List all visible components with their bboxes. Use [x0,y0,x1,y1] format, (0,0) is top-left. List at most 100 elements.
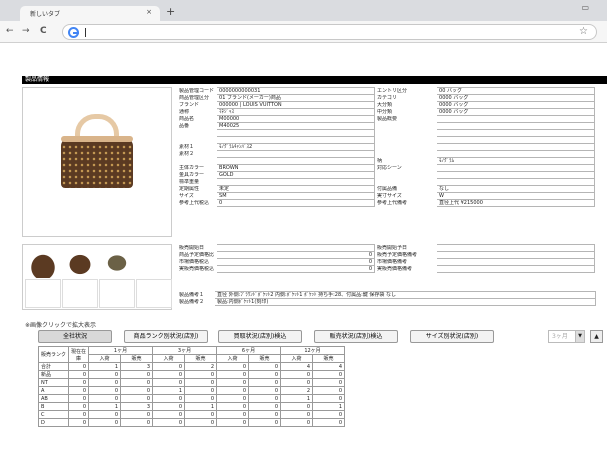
rank-cell: C [38,410,69,419]
sales-value[interactable] [436,265,596,273]
count-cell: 0 [312,418,345,427]
tab-close-icon[interactable]: × [146,8,152,16]
sub-header: 販売 [248,354,281,363]
field-value[interactable]: GOLD [216,171,376,179]
field-value[interactable] [436,122,596,130]
field-value[interactable]: 0000 バッグ [436,94,596,102]
sales-value[interactable]: 0 [216,265,376,273]
field-value[interactable] [216,157,376,165]
field-value[interactable] [436,115,596,123]
field-label [375,179,437,186]
field-value[interactable]: ﾓﾉｸﾞﾗﾑ [436,157,596,165]
company-status-button[interactable]: 全社状況 [38,330,112,343]
product-main-image[interactable] [22,87,172,237]
field-label: エントリ区分 [377,88,408,94]
field-value[interactable]: 0000 バッグ [436,101,596,109]
field-value[interactable] [216,178,376,186]
text-caret [85,28,86,37]
field-value[interactable]: M40025 [216,122,376,130]
field-value[interactable]: W [436,192,596,200]
bag-pattern-graphic [61,144,133,188]
new-tab-button[interactable]: + [166,6,175,17]
field-value[interactable] [216,136,376,144]
field-value[interactable]: 01 ブランド(メーカー)商品 [216,94,376,102]
count-cell: 0 [88,378,121,387]
field-label: 実寸サイズ [377,193,402,199]
reload-icon[interactable]: C [40,26,47,36]
sales-value[interactable] [436,258,596,266]
sales-value[interactable] [216,244,376,252]
field-value[interactable]: ﾏﾈｼﾞｬｽ [216,108,376,116]
field-value[interactable]: ﾓﾉｸﾞﾗﾑｷｬﾝﾊﾞｽ2 [216,143,376,151]
scroll-up-button[interactable]: ▲ [590,330,603,343]
field-row: 参考上代税込 0 参考上代備考 直径上代 ¥215000 [176,199,596,207]
google-icon [68,27,79,38]
browser-tab[interactable]: 新しいタブ × [20,6,160,21]
count-cell: 0 [216,402,249,411]
count-cell: 4 [312,362,345,371]
sales-row: 市場価格税込 0 市場価格備考 [176,258,596,266]
field-value[interactable]: 未定 [216,185,376,193]
field-value[interactable] [436,171,596,179]
back-icon[interactable]: ← [6,26,14,36]
count-cell: 2 [280,386,313,395]
field-value[interactable]: 000000 | LOUIS VUITTON [216,101,376,109]
window-control-icon[interactable]: ▭ [581,3,589,12]
field-value[interactable] [436,129,596,137]
purchase-status-button[interactable]: 買取状況(店別)検込 [218,330,302,343]
count-cell: 0 [216,370,249,379]
count-cell: 0 [184,418,217,427]
note-2-value[interactable]: 製品:内側ﾎﾟｹｯﾄ1(刻印) [214,298,596,306]
rank-status-button[interactable]: 商品ランク別状況(店別) [124,330,208,343]
bookmark-star-icon[interactable]: ☆ [579,26,588,37]
field-value[interactable] [216,129,376,137]
sales-status-button[interactable]: 販売状況(店別)検込 [314,330,398,343]
thumbnail-image-1[interactable] [25,248,61,278]
count-cell: 0 [216,378,249,387]
count-cell: 0 [248,394,281,403]
field-value[interactable]: M00000 [216,115,376,123]
field-value[interactable] [436,164,596,172]
field-row: サイズ SM 実寸サイズ W [176,192,596,200]
count-cell: 0 [152,378,185,387]
field-label [176,136,217,144]
stock-header: 現在在庫 [68,346,89,363]
forward-icon[interactable]: → [22,26,30,36]
field-value[interactable]: 00 バッグ [436,87,596,95]
sales-row: 実販売価格税込 0 実販売価格備考 [176,265,596,273]
field-value[interactable]: 0000 バッグ [436,108,596,116]
note-1-value[interactable]: 直径 外側:ﾌﾞﾗｳﾝﾄﾞﾎﾟｹｯﾄ2 内側:ﾎﾟｹｯﾄ1 ﾎﾟｹｯﾄ 持ち手:… [214,291,596,299]
sub-header: 入荷 [216,354,249,363]
count-cell: 0 [184,394,217,403]
period-header: 1ヶ月 [88,346,153,355]
count-cell: 0 [280,402,313,411]
field-value[interactable] [436,136,596,144]
chevron-down-icon[interactable]: ▼ [575,330,585,343]
table-row: D000000000 [38,418,345,427]
count-cell: 0 [280,418,313,427]
field-value[interactable] [436,150,596,158]
sales-value[interactable]: 0 [216,251,376,259]
sales-value[interactable]: 0 [216,258,376,266]
thumbnail-image-3[interactable] [99,248,135,278]
field-label: 付属品備 [377,186,398,192]
field-value[interactable] [216,150,376,158]
count-cell: 0 [120,410,153,419]
table-row: C000000000 [38,410,345,419]
rank-cell: 新品 [38,370,69,379]
field-value[interactable]: 0000000000031 [216,87,376,95]
field-value[interactable]: なし [436,185,596,193]
field-value[interactable]: 直径上代 ¥215000 [436,199,596,207]
tab-title: 新しいタブ [30,11,61,18]
address-bar[interactable]: ☆ [62,24,597,40]
size-status-button[interactable]: サイズ別状況(店別) [410,330,494,343]
field-value[interactable]: BROWN [216,164,376,172]
sales-value[interactable] [436,244,596,252]
field-value[interactable] [436,143,596,151]
field-value[interactable]: 0 [216,199,376,207]
table-row: AB 0 0 0 0 0 0 0 1 0 [38,394,345,403]
sales-value[interactable] [436,251,596,259]
thumbnail-image-2[interactable] [62,248,98,278]
field-value[interactable] [436,178,596,186]
field-value[interactable]: SM [216,192,376,200]
